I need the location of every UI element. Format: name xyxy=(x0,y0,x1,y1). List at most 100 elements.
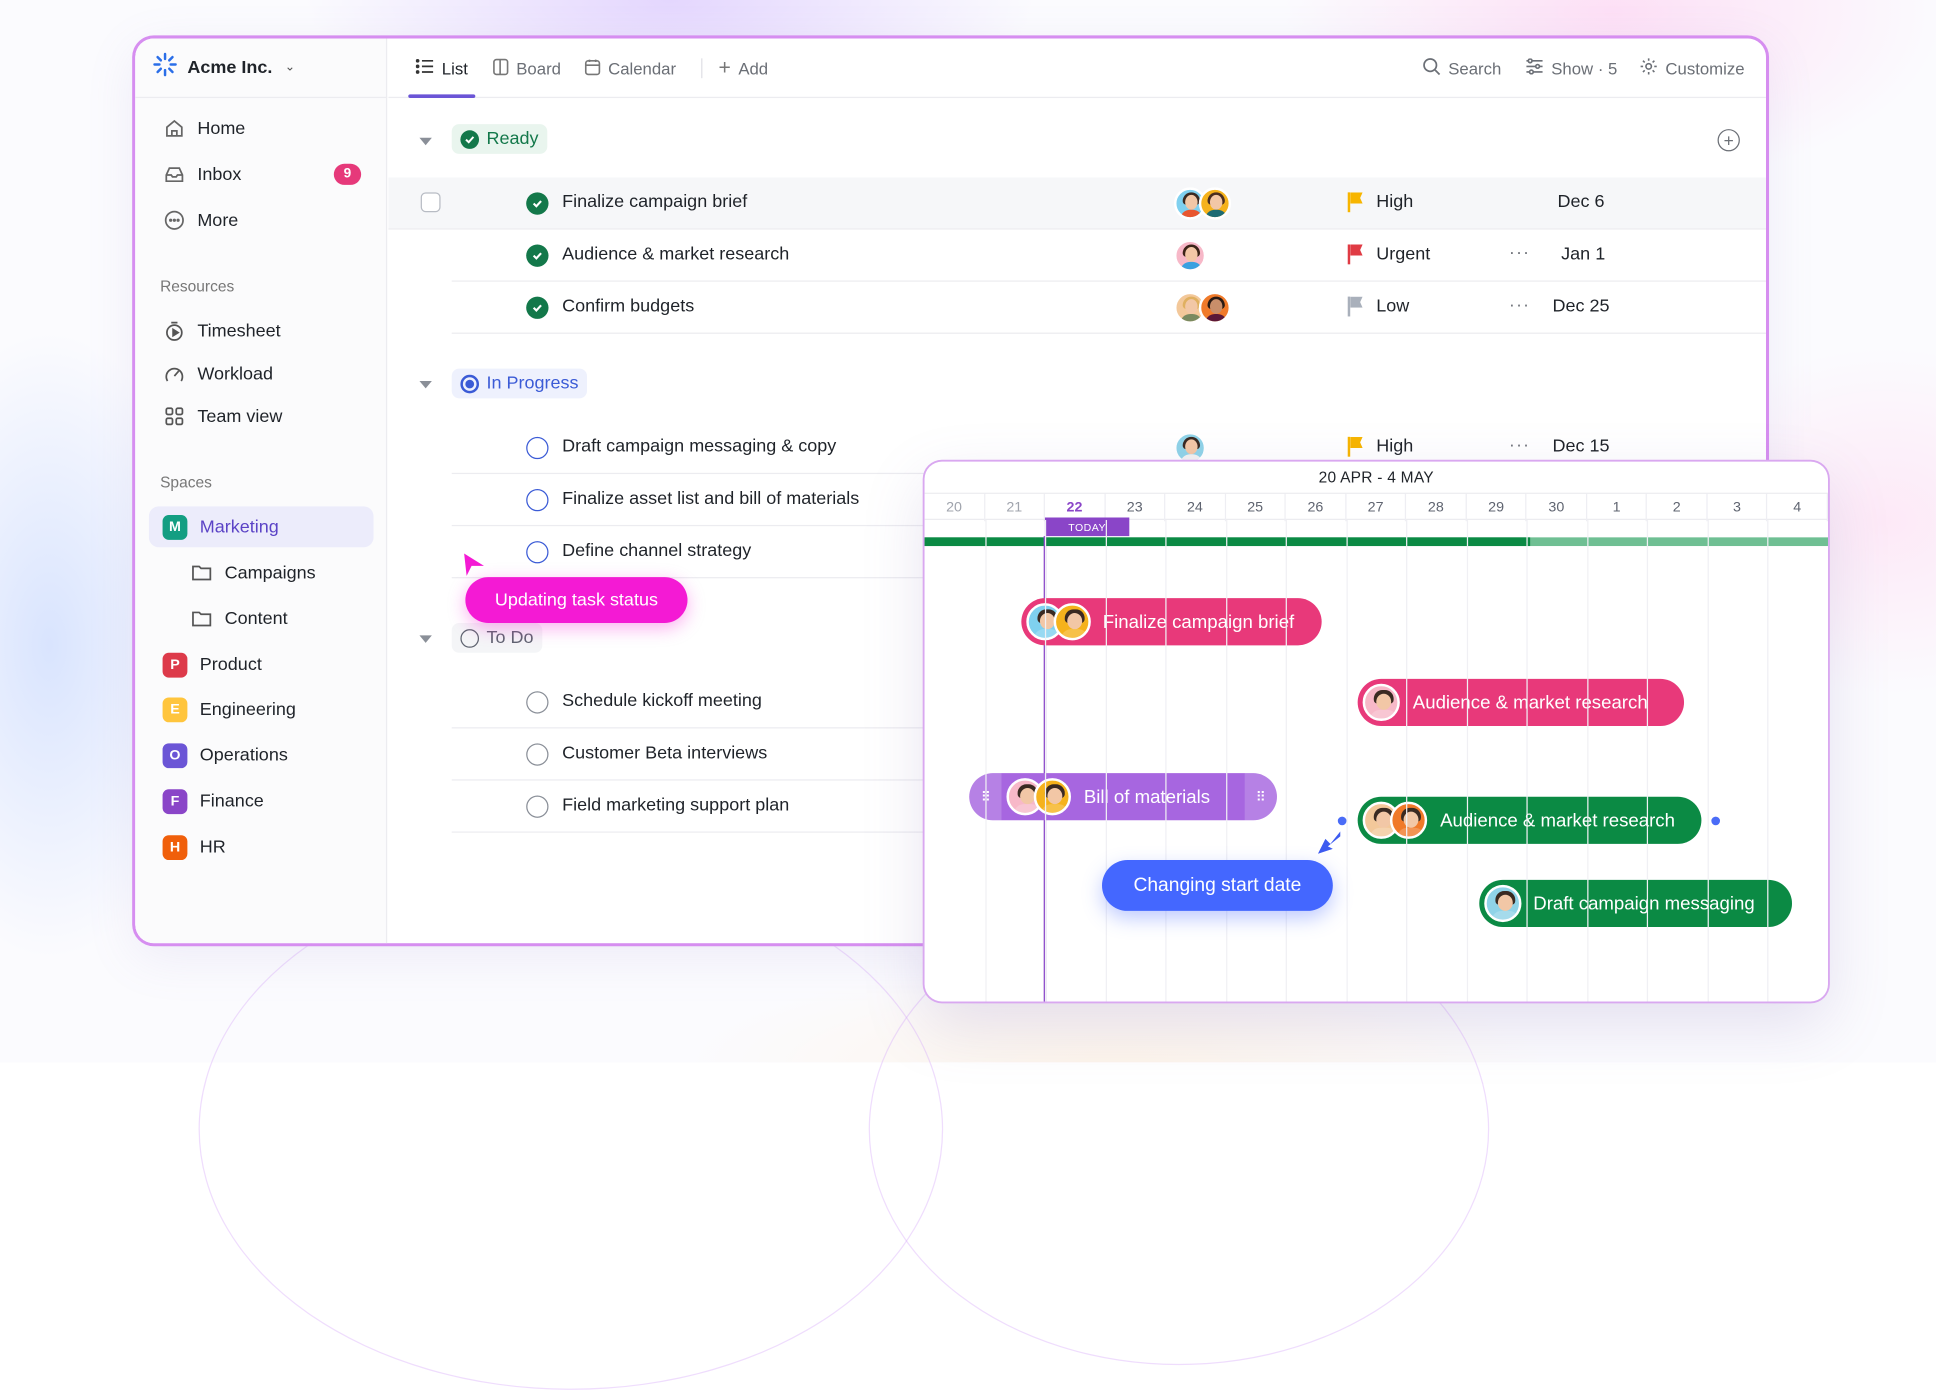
sidebar-folder-content[interactable]: Content xyxy=(176,598,373,639)
show-button[interactable]: Show · 5 xyxy=(1525,38,1617,98)
customize-label: Customize xyxy=(1665,58,1745,78)
sidebar-space-operations[interactable]: O Operations xyxy=(149,735,374,776)
gantt-gridline xyxy=(1285,519,1288,1002)
status-in-progress-icon[interactable] xyxy=(526,541,549,564)
sidebar-item-label: Home xyxy=(197,118,246,139)
assignees[interactable] xyxy=(1173,239,1207,272)
space-avatar: H xyxy=(162,834,188,860)
space-avatar: M xyxy=(162,514,188,540)
sidebar-space-marketing[interactable]: M Marketing xyxy=(148,506,374,548)
status-in-progress-icon[interactable] xyxy=(526,488,549,512)
status-done-icon[interactable] xyxy=(526,192,549,215)
avatar xyxy=(1053,603,1091,641)
task-row[interactable]: Finalize campaign brief High Dec 6 ··· xyxy=(388,177,1766,230)
sidebar-item-label: HR xyxy=(199,837,226,857)
sidebar-space-product[interactable]: P Product xyxy=(149,644,374,685)
task-name[interactable]: Audience & market research xyxy=(562,244,789,264)
priority[interactable]: High xyxy=(1346,192,1413,213)
home-icon xyxy=(163,117,185,139)
sidebar-item-team-view[interactable]: Team view xyxy=(149,396,374,437)
sidebar-item-label: Product xyxy=(199,654,262,675)
group-header-in-progress[interactable]: In Progress xyxy=(451,368,588,399)
task-name[interactable]: Schedule kickoff meeting xyxy=(562,691,762,711)
status-todo-icon[interactable] xyxy=(526,795,549,818)
task-name[interactable]: Finalize asset list and bill of material… xyxy=(562,489,859,509)
tab-list[interactable]: List xyxy=(408,38,476,99)
sidebar-space-hr[interactable]: H HR xyxy=(149,827,374,868)
tab-calendar[interactable]: Calendar xyxy=(584,38,676,98)
sidebar-item-home[interactable]: Home xyxy=(149,108,374,149)
gantt-gridline xyxy=(1165,519,1167,1002)
gauge-icon xyxy=(163,363,185,385)
background-decoration xyxy=(198,868,944,1390)
workspace-switcher[interactable]: Acme Inc. ⌄ xyxy=(135,38,388,99)
gantt-bar[interactable]: Audience & market research xyxy=(1358,796,1702,844)
task-name[interactable]: Confirm budgets xyxy=(562,297,694,317)
resize-handle-right[interactable]: ⠿ xyxy=(1244,773,1277,821)
task-name[interactable]: Draft campaign messaging & copy xyxy=(562,437,836,457)
sidebar-item-workload[interactable]: Workload xyxy=(149,354,374,395)
task-name[interactable]: Field marketing support plan xyxy=(562,795,789,815)
priority[interactable]: High xyxy=(1346,436,1413,457)
sidebar-item-more[interactable]: More xyxy=(149,200,374,241)
group-label: In Progress xyxy=(486,373,579,394)
sidebar-item-label: Engineering xyxy=(199,699,296,720)
status-todo-icon[interactable] xyxy=(526,743,549,766)
more-options-icon[interactable]: ··· xyxy=(1509,242,1530,262)
stage: Acme Inc. ⌄ Home Inbox 9 More Resources … xyxy=(0,0,1936,1390)
task-name[interactable]: Customer Beta interviews xyxy=(562,743,767,763)
flag-icon xyxy=(1346,436,1363,457)
customize-button[interactable]: Customize xyxy=(1639,38,1745,98)
priority[interactable]: Urgent xyxy=(1346,244,1430,265)
bar-label: Bill of materials xyxy=(1083,786,1211,808)
sidebar-item-timesheet[interactable]: Timesheet xyxy=(149,310,374,351)
bar-assignees xyxy=(1025,603,1091,641)
gantt-bar[interactable]: Draft campaign messaging xyxy=(1478,879,1792,928)
due-date[interactable]: Jan 1 xyxy=(1561,244,1605,264)
sidebar-folder-campaigns[interactable]: Campaigns xyxy=(176,552,373,593)
gantt-bar[interactable]: ⠿⠿Bill of materials xyxy=(969,773,1277,821)
gantt-day-label: 29 xyxy=(1467,493,1527,522)
status-update-tooltip: Updating task status xyxy=(465,577,688,623)
status-todo-icon[interactable] xyxy=(526,691,549,714)
priority[interactable]: Low xyxy=(1346,296,1409,317)
folder-icon xyxy=(190,607,212,629)
task-name[interactable]: Finalize campaign brief xyxy=(562,192,747,212)
due-date[interactable]: Dec 15 xyxy=(1552,437,1609,457)
sidebar-space-engineering[interactable]: E Engineering xyxy=(149,689,374,730)
gantt-bar[interactable]: Finalize campaign brief xyxy=(1020,598,1323,646)
sidebar-item-label: Finance xyxy=(199,791,264,811)
dependency-handle-end[interactable] xyxy=(1711,816,1721,826)
task-checkbox[interactable] xyxy=(420,192,441,213)
due-date[interactable]: Dec 25 xyxy=(1552,297,1609,317)
more-options-icon[interactable]: ··· xyxy=(1509,434,1530,454)
tab-board[interactable]: Board xyxy=(493,38,561,98)
add-task-icon[interactable]: + xyxy=(1717,129,1740,152)
assignees[interactable] xyxy=(1173,431,1207,465)
search-button[interactable]: Search xyxy=(1422,38,1501,98)
sidebar-item-inbox[interactable]: Inbox 9 xyxy=(149,154,374,195)
bar-label: Finalize campaign brief xyxy=(1102,611,1295,633)
collapse-todo-toggle[interactable] xyxy=(419,635,432,643)
space-avatar: P xyxy=(162,652,188,677)
status-in-progress-icon[interactable] xyxy=(526,436,549,460)
assignees[interactable] xyxy=(1173,187,1232,220)
sidebar-space-finance[interactable]: F Finance xyxy=(149,781,374,822)
group-header-todo[interactable]: To Do xyxy=(451,622,543,653)
due-date[interactable]: Dec 6 xyxy=(1557,192,1604,212)
group-header-ready[interactable]: Ready xyxy=(451,124,548,154)
gantt-gridline xyxy=(1707,519,1709,1002)
add-view-button[interactable]: + Add xyxy=(719,38,769,98)
assignees[interactable] xyxy=(1173,291,1232,324)
status-done-icon[interactable] xyxy=(526,244,549,267)
status-done-icon[interactable] xyxy=(526,296,549,319)
task-row[interactable]: Audience & market research Urgent ··· Ja… xyxy=(451,230,1766,282)
task-name[interactable]: Define channel strategy xyxy=(562,541,751,561)
avatar xyxy=(1363,683,1401,722)
gantt-gridline xyxy=(1044,519,1047,1002)
collapse-ready-toggle[interactable] xyxy=(419,137,432,146)
collapse-in-progress-toggle[interactable] xyxy=(419,380,432,389)
task-row[interactable]: Confirm budgets Low ··· Dec 25 ··· xyxy=(451,282,1766,334)
more-options-icon[interactable]: ··· xyxy=(1509,294,1530,314)
timer-icon xyxy=(163,320,185,342)
